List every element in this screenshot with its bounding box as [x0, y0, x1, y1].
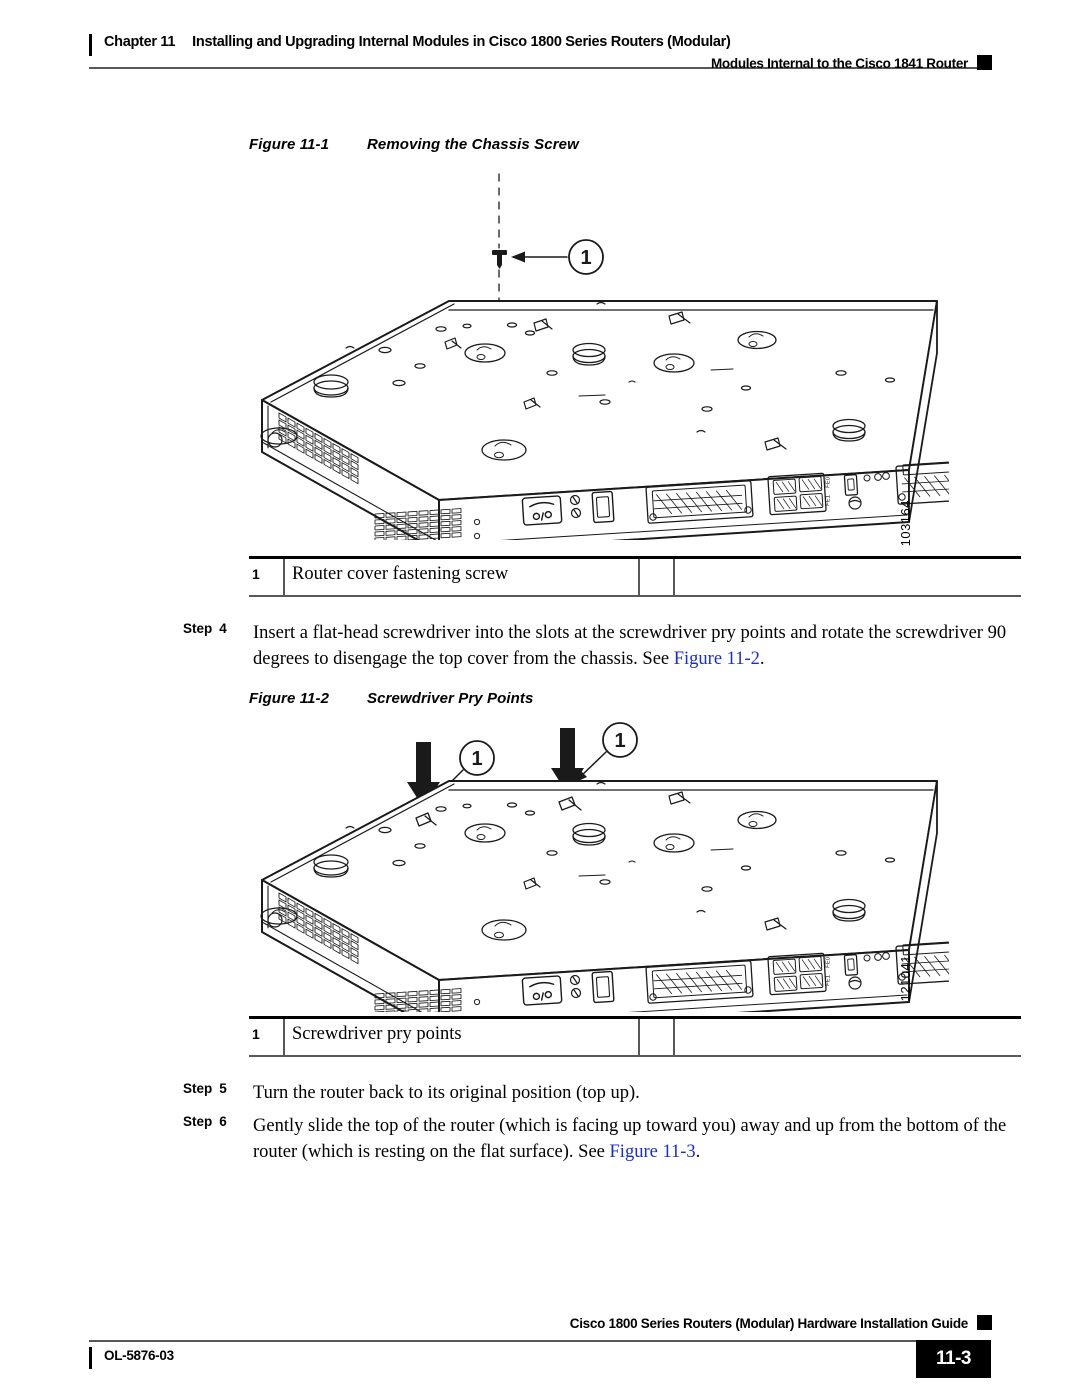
- svg-text:1: 1: [580, 247, 591, 269]
- svg-text:FE1: FE1: [825, 494, 832, 506]
- legend-divider: [638, 558, 640, 595]
- svg-text:1: 1: [471, 748, 482, 770]
- step-4-label: Step 4: [183, 621, 227, 636]
- header-chapter: Chapter 11 Installing and Upgrading Inter…: [104, 34, 731, 50]
- step-text-before: Insert a flat-head screwdriver into the …: [253, 623, 1007, 669]
- table-row: 1 Router cover fastening screw: [249, 558, 1021, 595]
- footer-guide-title: Cisco 1800 Series Routers (Modular) Hard…: [569, 1316, 969, 1331]
- change-bar: [89, 1347, 92, 1369]
- header-chapter-title: Installing and Upgrading Internal Module…: [192, 34, 731, 50]
- step-5: Step 5 Turn the router back to its origin…: [183, 1080, 1028, 1106]
- figure-1-illustration: 1 FE0 FE1 103164: [249, 170, 949, 546]
- legend-bottom-rule: [249, 1054, 1021, 1057]
- svg-text:1: 1: [614, 730, 625, 752]
- svg-text:FE0: FE0: [825, 476, 832, 488]
- step-number: 5: [219, 1081, 227, 1096]
- step-word: Step: [183, 1114, 213, 1129]
- figure-1-title: Removing the Chassis Screw: [367, 136, 579, 153]
- legend-callout-text: Screwdriver pry points: [292, 1023, 462, 1044]
- figure-1-number: Figure 11-1: [249, 136, 330, 153]
- legend-bottom-rule: [249, 594, 1021, 597]
- figure-cross-reference-link[interactable]: Figure 11-2: [674, 649, 760, 669]
- figure-1-image-number: 103164: [898, 500, 913, 547]
- step-number: 4: [219, 621, 227, 636]
- step-word: Step: [183, 621, 213, 636]
- footer-document-number: OL-5876-03: [104, 1348, 174, 1363]
- page-header: Chapter 11 Installing and Upgrading Inter…: [0, 0, 1080, 86]
- legend-divider: [673, 1018, 675, 1055]
- legend-divider: [283, 1018, 285, 1055]
- figure-2-image-number: 121041: [898, 955, 913, 1002]
- footer-square-marker: [977, 1315, 992, 1330]
- legend-callout-number: 1: [252, 565, 260, 582]
- step-4-text: Insert a flat-head screwdriver into the …: [253, 620, 1028, 672]
- header-square-marker: [977, 55, 992, 70]
- legend-callout-number: 1: [252, 1025, 260, 1042]
- page-footer: Cisco 1800 Series Routers (Modular) Hard…: [0, 1302, 1080, 1397]
- footer-rule: [89, 1340, 991, 1342]
- svg-text:FE1: FE1: [825, 974, 832, 986]
- table-row: 1 Screwdriver pry points: [249, 1018, 1021, 1055]
- header-section-title: Modules Internal to the Cisco 1841 Route…: [710, 56, 968, 71]
- footer-page-number: 11-3: [936, 1348, 971, 1369]
- figure-2-caption: Figure 11-2 Screwdriver Pry Points: [249, 690, 533, 707]
- legend-divider: [673, 558, 675, 595]
- step-number: 6: [219, 1114, 227, 1129]
- figure-cross-reference-link[interactable]: Figure 11-3: [610, 1142, 696, 1162]
- svg-text:FE0: FE0: [825, 956, 832, 968]
- figure-1-legend: 1 Router cover fastening screw: [249, 556, 1021, 597]
- step-4: Step 4 Insert a flat-head screwdriver int…: [183, 620, 1028, 672]
- change-bar: [89, 34, 92, 56]
- step-text-after: .: [695, 1142, 701, 1162]
- legend-callout-text: Router cover fastening screw: [292, 563, 509, 584]
- figure-2-legend: 1 Screwdriver pry points: [249, 1016, 1021, 1057]
- step-word: Step: [183, 1081, 213, 1096]
- legend-divider: [283, 558, 285, 595]
- document-page: Chapter 11 Installing and Upgrading Inter…: [0, 0, 1080, 1397]
- step-text-after: .: [759, 649, 765, 669]
- figure-2-title: Screwdriver Pry Points: [367, 690, 534, 707]
- header-chapter-label: Chapter 11: [104, 34, 176, 50]
- step-5-label: Step 5: [183, 1081, 227, 1096]
- step-6: Step 6 Gently slide the top of the router…: [183, 1113, 1028, 1165]
- step-5-text: Turn the router back to its original pos…: [253, 1080, 1028, 1106]
- figure-2-illustration: 1 1 FE0 FE1 121041: [249, 722, 949, 1012]
- figure-2-number: Figure 11-2: [249, 690, 330, 707]
- legend-divider: [638, 1018, 640, 1055]
- step-6-text: Gently slide the top of the router (whic…: [253, 1113, 1028, 1165]
- figure-1-caption: Figure 11-1 Removing the Chassis Screw: [249, 136, 579, 153]
- step-6-label: Step 6: [183, 1114, 227, 1129]
- step-text-before: Turn the router back to its original pos…: [253, 1083, 640, 1103]
